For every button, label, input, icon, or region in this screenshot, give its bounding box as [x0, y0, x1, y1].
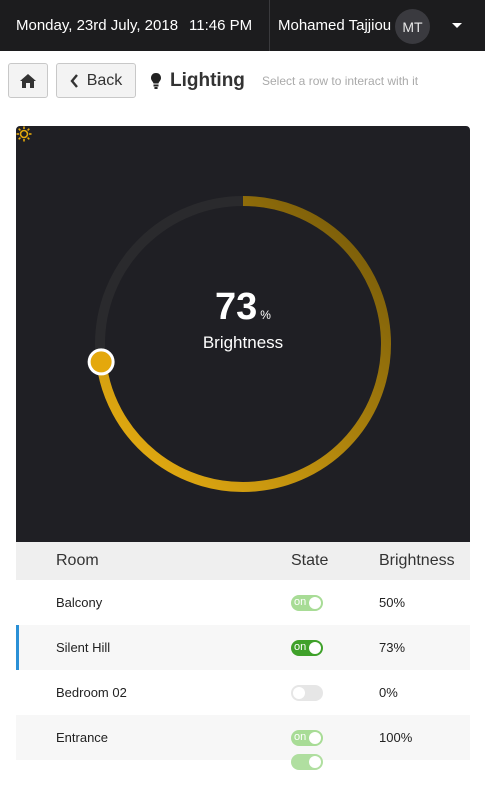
current-time: 11:46 PM	[189, 17, 253, 34]
state-toggle[interactable]: on	[291, 594, 323, 611]
state-toggle[interactable]: on	[291, 729, 323, 746]
state-toggle[interactable]	[291, 754, 323, 770]
room-brightness: 0%	[379, 685, 398, 700]
toggle-knob	[309, 641, 321, 654]
room-brightness: 100%	[379, 730, 413, 745]
table-row-selected[interactable]: Silent Hill on 73%	[16, 625, 470, 670]
rooms-table: Room State Brightness Balcony on 50% Sil…	[16, 542, 470, 805]
table-row-partial[interactable]	[16, 754, 470, 805]
room-name: Balcony	[56, 595, 103, 610]
column-header-state[interactable]: State	[291, 552, 328, 570]
avatar[interactable]: MT	[395, 9, 430, 44]
room-name: Entrance	[56, 730, 109, 745]
back-button[interactable]: Back	[56, 63, 136, 98]
toggle-knob	[309, 596, 321, 609]
lightbulb-icon	[151, 73, 161, 89]
brightness-unit: %	[260, 308, 271, 322]
page-title-group: Lighting	[150, 70, 245, 92]
current-date: Monday, 23rd July, 2018	[16, 17, 179, 34]
user-name[interactable]: Mohamed Tajjiou	[278, 17, 391, 34]
brightness-readout: 73%	[16, 286, 470, 329]
top-bar: Monday, 23rd July, 2018 11:46 PM Mohamed…	[0, 0, 485, 51]
room-name: Bedroom 02	[56, 685, 127, 700]
state-toggle[interactable]: on	[291, 639, 323, 656]
hint-text: Select a row to interact with it	[262, 74, 419, 88]
toggle-knob	[293, 686, 305, 699]
room-name: Silent Hill	[56, 640, 111, 655]
page-title: Lighting	[170, 70, 245, 91]
state-toggle[interactable]	[291, 684, 323, 701]
toggle-knob	[309, 731, 321, 744]
brightness-panel: 73% Brightness	[16, 126, 470, 542]
brightness-value: 73	[215, 286, 258, 328]
column-header-brightness[interactable]: Brightness	[379, 552, 455, 570]
toggle-knob	[309, 756, 321, 768]
table-row[interactable]: Balcony on 50%	[16, 580, 470, 625]
toggle-label: on	[294, 640, 307, 653]
sun-icon	[16, 126, 32, 142]
toggle-label: on	[294, 730, 307, 743]
table-row[interactable]: Entrance on 100%	[16, 715, 470, 760]
dial-handle[interactable]	[87, 348, 115, 376]
back-button-label: Back	[86, 71, 123, 89]
home-icon	[20, 73, 36, 88]
room-brightness: 73%	[379, 640, 406, 655]
brightness-label: Brightness	[202, 333, 284, 352]
toggle-label: on	[294, 595, 307, 608]
table-header: Room State Brightness	[16, 542, 470, 580]
home-button[interactable]	[8, 63, 48, 98]
table-row[interactable]: Bedroom 02 0%	[16, 670, 470, 715]
column-header-room[interactable]: Room	[56, 552, 99, 570]
room-brightness: 50%	[379, 595, 406, 610]
chevron-down-icon[interactable]	[452, 23, 462, 28]
header-divider	[269, 0, 270, 51]
chevron-left-icon	[70, 73, 78, 88]
